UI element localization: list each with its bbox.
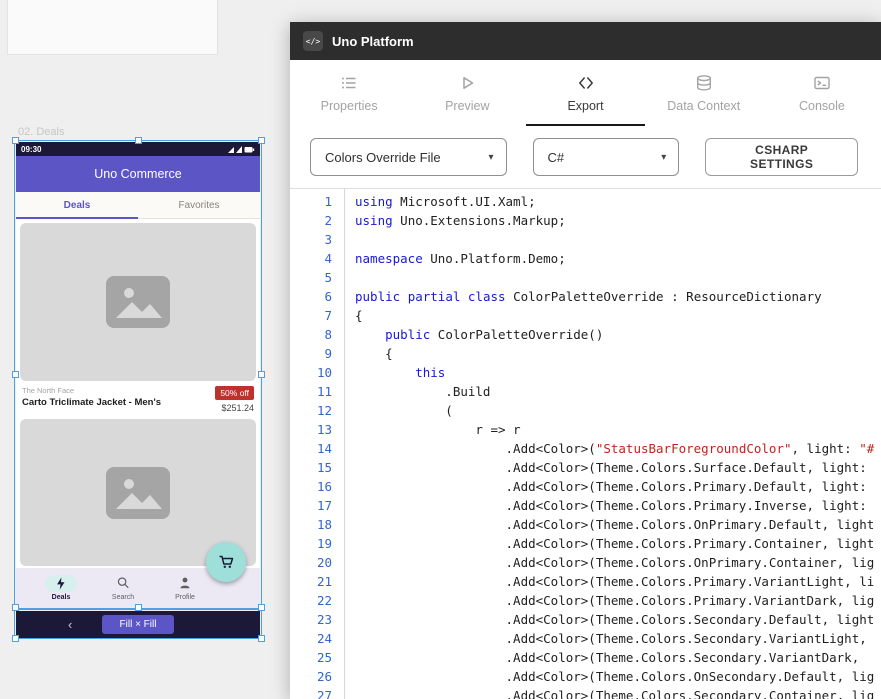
tab-deals[interactable]: Deals — [16, 192, 138, 218]
database-icon — [695, 74, 713, 92]
cart-fab[interactable] — [206, 542, 246, 582]
tab-label: Export — [567, 99, 603, 113]
language-select[interactable]: C# ▾ — [533, 138, 680, 176]
uno-platform-panel: </> Uno Platform Properties Preview Expo… — [290, 22, 881, 699]
tab-favorites[interactable]: Favorites — [138, 192, 260, 218]
product-name: Carto Triclimate Jacket - Men's — [22, 397, 161, 408]
uno-logo-icon: </> — [303, 31, 323, 51]
selection-handle[interactable] — [12, 635, 19, 642]
export-toolbar: Colors Override File ▾ C# ▾ CSHARP SETTI… — [290, 126, 881, 188]
code-editor[interactable]: 1234567891011121314151617181920212223242… — [290, 188, 881, 699]
selection-handle[interactable] — [258, 604, 265, 611]
adjacent-artboard-edge — [7, 0, 218, 55]
tab-label: Properties — [321, 99, 378, 113]
selection-handle[interactable] — [135, 137, 142, 144]
console-icon — [813, 74, 831, 92]
panel-header: </> Uno Platform — [290, 22, 881, 60]
selection-handle[interactable] — [258, 371, 265, 378]
tab-preview[interactable]: Preview — [408, 60, 526, 126]
product-list: The North Face Carto Triclimate Jacket -… — [16, 219, 260, 568]
nav-search[interactable]: Search — [92, 575, 154, 601]
phone-mockup[interactable]: 09:30 Uno Commerce Deals Favorites The N… — [16, 142, 260, 608]
app-title: Uno Commerce — [94, 167, 182, 181]
cart-icon — [217, 553, 235, 571]
list-icon — [340, 74, 358, 92]
line-numbers: 1234567891011121314151617181920212223242… — [290, 189, 345, 699]
nav-label: Profile — [175, 594, 195, 601]
panel-title: Uno Platform — [332, 34, 414, 49]
tab-export[interactable]: Export — [526, 60, 644, 126]
bolt-icon — [45, 575, 77, 592]
fill-mode-button[interactable]: Fill × Fill — [102, 615, 175, 634]
csharp-settings-button[interactable]: CSHARP SETTINGS — [705, 138, 858, 176]
selection-handle[interactable] — [258, 635, 265, 642]
tab-properties[interactable]: Properties — [290, 60, 408, 126]
tab-console[interactable]: Console — [763, 60, 881, 126]
status-icons — [228, 145, 255, 154]
nav-deals[interactable]: Deals — [30, 575, 92, 601]
back-chevron-icon[interactable]: ‹ — [68, 618, 72, 631]
chevron-down-icon: ▾ — [661, 152, 666, 163]
tab-label: Data Context — [667, 99, 740, 113]
selection-handle[interactable] — [135, 604, 142, 611]
app-bar: Uno Commerce — [16, 156, 260, 192]
selection-handle[interactable] — [12, 604, 19, 611]
frame-toolbar: ‹ Fill × Fill — [16, 611, 260, 638]
tab-data-context[interactable]: Data Context — [645, 60, 763, 126]
code-lines[interactable]: using Microsoft.UI.Xaml;using Uno.Extens… — [345, 189, 881, 699]
image-placeholder-icon — [106, 467, 170, 519]
nav-label: Search — [112, 594, 134, 601]
selection-handle[interactable] — [12, 137, 19, 144]
artboard-label: 02. Deals — [18, 126, 64, 138]
play-icon — [458, 74, 476, 92]
panel-tab-bar: Properties Preview Export Data Context — [290, 60, 881, 126]
nav-profile[interactable]: Profile — [154, 575, 216, 601]
tab-label: Preview — [445, 99, 489, 113]
image-placeholder-icon — [106, 276, 170, 328]
nav-label: Deals — [52, 594, 71, 601]
product-price: $251.24 — [221, 403, 254, 413]
product-image-placeholder — [20, 223, 256, 381]
chevron-down-icon: ▾ — [488, 152, 493, 163]
status-bar: 09:30 — [16, 142, 260, 156]
file-type-select[interactable]: Colors Override File ▾ — [310, 138, 507, 176]
selection-handle[interactable] — [12, 371, 19, 378]
status-time: 09:30 — [21, 145, 41, 154]
tab-label: Console — [799, 99, 845, 113]
code-brackets-icon — [577, 74, 595, 92]
product-brand: The North Face — [22, 386, 161, 395]
app-tab-bar: Deals Favorites — [16, 192, 260, 219]
product-info-row[interactable]: The North Face Carto Triclimate Jacket -… — [20, 381, 256, 419]
discount-badge: 50% off — [215, 386, 254, 400]
person-icon — [178, 575, 192, 592]
file-type-value: Colors Override File — [325, 150, 441, 165]
selection-handle[interactable] — [258, 137, 265, 144]
search-icon — [116, 575, 130, 592]
language-value: C# — [548, 150, 565, 165]
